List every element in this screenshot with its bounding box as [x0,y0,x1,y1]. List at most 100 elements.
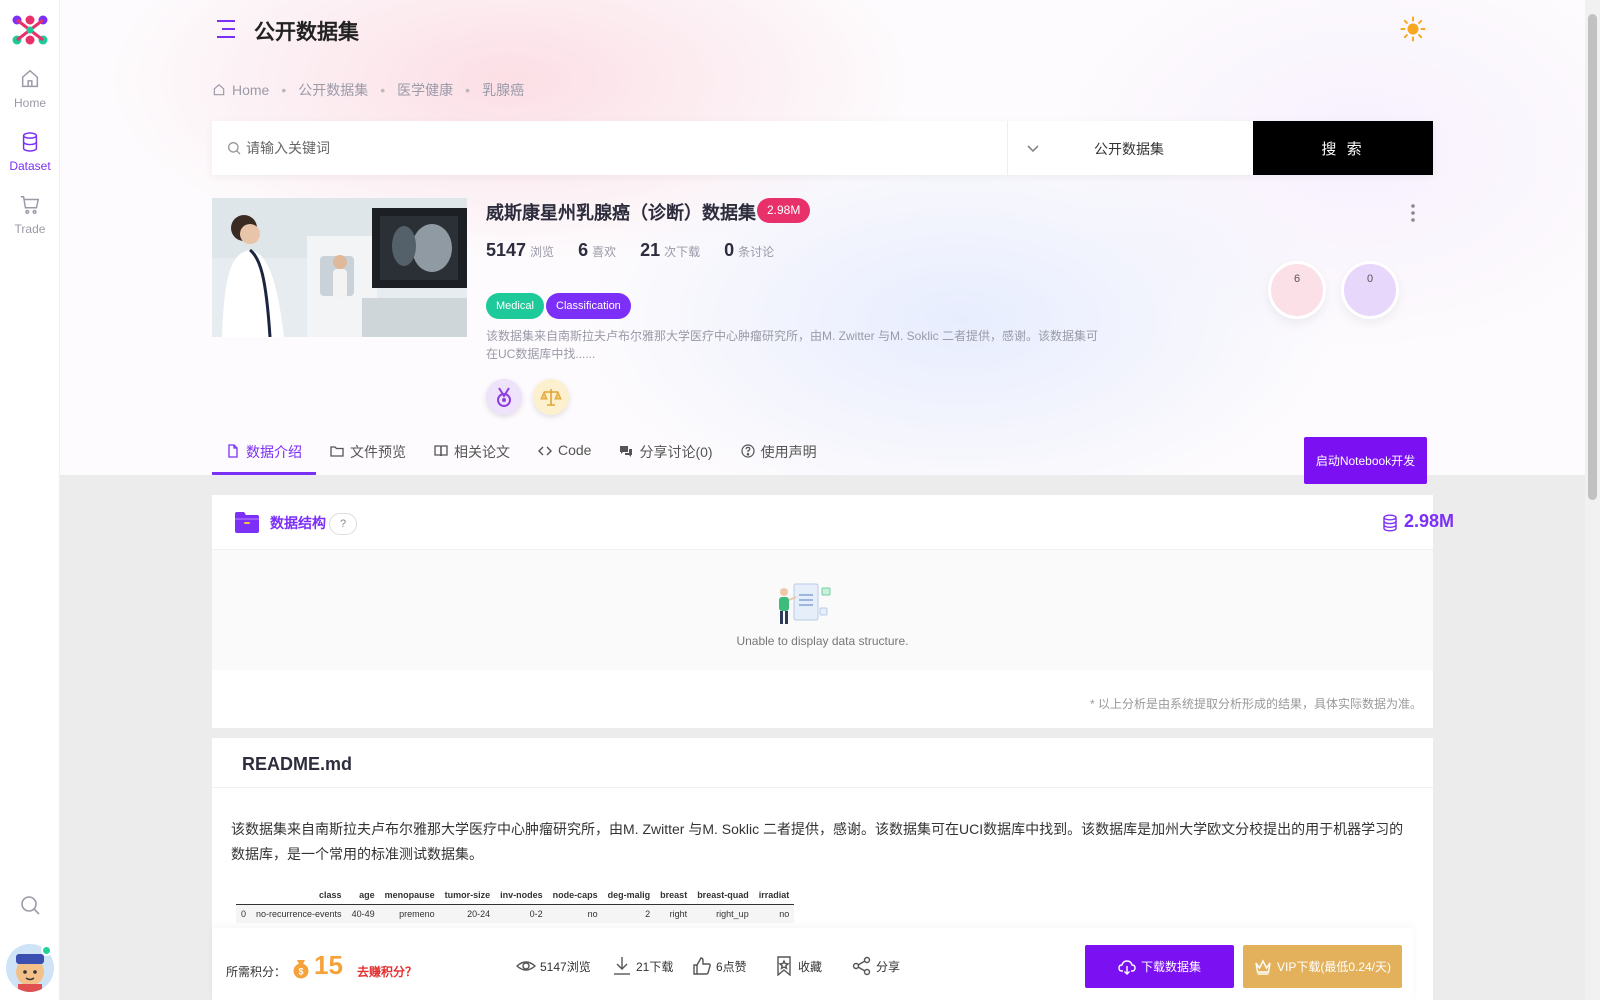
launch-notebook-button[interactable]: 启动Notebook开发 [1304,437,1427,484]
earn-points-link[interactable]: 去赚积分？ [357,963,417,980]
search-input[interactable] [222,121,992,175]
online-status-dot [41,945,52,956]
data-structure-title: 数据结构 [270,515,326,531]
likes-bubble: 6 [1268,261,1326,319]
breadcrumb-public-datasets[interactable]: 公开数据集 [298,80,368,100]
tab-code[interactable]: Code [524,436,605,475]
action-label: 5147浏览 [540,959,591,974]
medal-icon [497,387,511,407]
sidebar-item-label: Dataset [9,159,51,173]
tab-bar: 数据介绍 文件预览 相关论文 Code 分享讨论(0) 使用声明 [212,436,831,475]
database-icon [22,132,38,152]
table-cell: premeno [379,904,440,923]
table-cell: 40-49 [346,904,380,923]
code-icon [538,446,552,456]
table-cell: no [547,904,603,923]
tab-usage-statement[interactable]: 使用声明 [727,436,831,475]
table-cell: no-recurrence-events [251,904,347,923]
action-label: 分享 [876,959,901,974]
menu-icon[interactable] [215,18,237,40]
favorite-action[interactable]: 收藏 [774,956,822,976]
views-action[interactable]: 5147浏览 [516,956,591,976]
vip-download-button[interactable]: VIP下载(最低0.24/天) [1243,945,1402,988]
dataset-stats: 5147 浏览 6 喜欢 21 次下载 0 条讨论 [486,240,798,261]
stat-likes: 6 喜欢 [578,240,616,261]
tab-label: Code [558,442,592,458]
tab-label: 分享讨论(0) [639,444,713,460]
tab-file-preview[interactable]: 文件预览 [316,436,420,475]
stat-label: 浏览 [530,245,555,259]
dataset-title: 威斯康星州乳腺癌（诊断）数据集 [486,203,756,223]
book-icon [434,445,448,457]
search-scope-dropdown[interactable]: 公开数据集 [1008,121,1253,175]
empty-data-illustration [779,583,831,624]
breadcrumb-medical-health[interactable]: 医学健康 [397,80,453,100]
scrollbar-thumb[interactable] [1588,14,1597,500]
stat-value: 5147 [486,240,527,260]
table-header-cell: breast-quad [692,886,754,905]
stat-discussions: 0 条讨论 [724,240,774,261]
stat-value: 6 [578,240,589,260]
table-cell: right_up [692,904,754,923]
share-action[interactable]: 分享 [852,956,900,976]
readme-title: README.md [242,754,353,774]
action-label: 收藏 [798,959,823,974]
app-logo-icon[interactable] [10,14,50,46]
table-cell: right [655,904,693,923]
breadcrumb-breast-cancer[interactable]: 乳腺癌 [482,80,524,100]
crown-icon [1255,958,1271,975]
tab-data-intro[interactable]: 数据介绍 [212,436,316,475]
cart-icon [20,196,40,214]
page-scrollbar[interactable] [1585,0,1600,1000]
bookmark-icon [777,956,791,976]
search-button[interactable]: 搜 索 [1253,121,1433,175]
action-label: 21下载 [636,959,674,974]
tab-label: 数据介绍 [246,444,302,460]
sidebar-item-home[interactable]: Home [0,68,60,110]
home-icon [213,83,225,96]
tab-label: 使用声明 [760,444,817,460]
tag-medical[interactable]: Medical [486,293,544,319]
search-scope-value: 公开数据集 [1094,141,1164,157]
data-structure-card: 数据结构 ? 2.98M Unable to display data stru… [212,495,1454,728]
more-options-icon[interactable] [1410,203,1416,223]
like-action[interactable]: 6点赞 [692,956,747,976]
breadcrumb-home[interactable]: Home [232,82,269,98]
stat-downloads: 21 次下载 [640,240,700,261]
sidebar-item-dataset[interactable]: Dataset [0,131,60,173]
readme-header: README.md [212,738,1433,788]
table-cell: 20-24 [439,904,496,923]
theme-toggle-sun-icon[interactable] [1400,16,1426,42]
search-icon[interactable] [18,893,42,917]
license-badge[interactable] [533,379,569,415]
tag-classification[interactable]: Classification [546,293,631,319]
sidebar: Home Dataset Trade [0,0,60,1000]
empty-state: Unable to display data structure. [212,550,1433,670]
breadcrumb: Home • 公开数据集 • 医学健康 • 乳腺癌 [212,80,524,100]
table-header-cell: node-caps [547,886,603,905]
download-dataset-button[interactable]: 下载数据集 [1085,945,1234,988]
downloads-action[interactable]: 21下载 [612,956,673,976]
help-button[interactable]: ? [329,513,357,535]
tab-related-papers[interactable]: 相关论文 [420,436,524,475]
table-row: 0 no-recurrence-events 40-49 premeno 20-… [236,904,795,923]
folder-icon [330,446,344,457]
table-cell: 0-2 [495,904,548,923]
table-cell: 0 [236,904,252,923]
folder-icon [235,512,259,533]
sidebar-item-trade[interactable]: Trade [0,194,60,236]
table-cell: 2 [602,904,656,923]
empty-state-text: Unable to display data structure. [736,634,909,648]
dataset-cover-image [212,198,467,337]
chevron-down-icon [1027,145,1039,153]
points-label: 所需积分： [226,965,287,979]
svg-text:$: $ [298,967,303,977]
coin-bag-icon: $ [293,960,309,979]
share-icon [852,956,871,976]
medal-badge[interactable] [486,379,522,415]
tab-discussion[interactable]: 分享讨论(0) [605,436,726,475]
eye-icon [516,961,536,971]
scale-icon [540,389,562,406]
cloud-download-icon [1118,959,1136,975]
download-button-label: 下载数据集 [1140,960,1201,974]
